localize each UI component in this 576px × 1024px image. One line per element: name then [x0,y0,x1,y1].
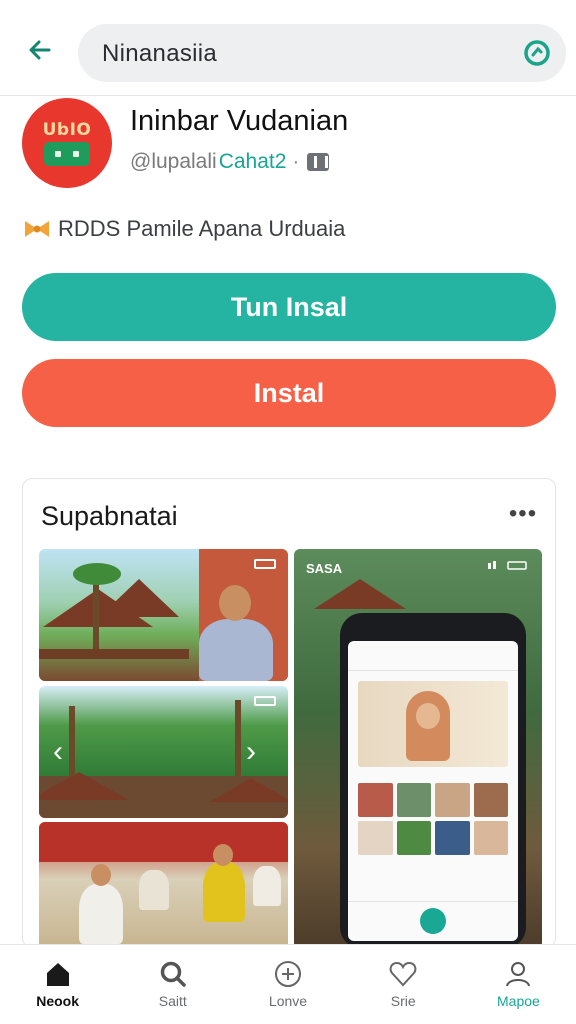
person-head [91,864,111,886]
grid-tile [435,821,470,855]
home-icon [46,963,69,986]
more-options-button[interactable]: ••• [507,499,539,529]
developer-name[interactable]: Cahat2 [219,150,287,174]
phone-app-header [348,641,518,671]
phone-screen [348,641,518,941]
nav-label: Mapoe [497,993,540,1009]
grid-tile [396,783,431,817]
grid-tile [473,821,508,855]
arrow-left-icon [29,40,51,60]
top-bar: Ninanasiia [0,0,576,96]
person [199,619,273,681]
nav-label: Lonve [268,993,308,1009]
person [203,862,245,922]
search-query: Ninanasiia [102,40,218,67]
tv-icon [44,142,90,166]
house-roof [39,772,129,800]
card-title: Supabnatai [41,501,178,531]
grid-tile [435,783,470,817]
person [253,866,281,906]
status-icons [488,561,527,570]
search-icon [160,961,186,987]
developer-line: @lupalali Cahat2 · [130,150,330,174]
house-roof [99,579,179,617]
next-arrow-icon[interactable]: › [240,736,262,768]
wall [39,822,288,862]
phone-mockup [340,613,526,947]
screenshot-thumbnail[interactable] [39,822,288,947]
pause-badge-icon [307,153,330,171]
heart-icon [389,961,417,987]
prev-arrow-icon[interactable]: ‹ [47,736,69,768]
search-input[interactable]: Ninanasiia [78,24,566,82]
grid-tile [358,821,393,855]
person-head [213,844,233,866]
developer-handle[interactable]: @lupalali [130,150,217,174]
fence [39,649,189,659]
house-roof [314,579,406,609]
open-button[interactable]: Tun Insal [22,273,556,341]
tag-icon [254,559,276,569]
nav-item-favorites[interactable]: Srie [346,945,461,1024]
grid-tile [358,783,393,817]
palm-trunk [93,579,99,649]
install-button[interactable]: Instal [22,359,556,427]
palm-leaves [73,563,121,585]
app-title: Ininbar Vudanian [130,105,349,137]
phone-photo [358,681,508,767]
nav-item-add[interactable]: Lonve [230,945,345,1024]
plus-circle-icon [275,961,301,987]
app-icon: UbIO [22,98,112,188]
nav-label: Saitt [158,993,187,1009]
screenshots-card: Supabnatai ••• ‹ › SASA [22,478,556,948]
phone-nav [348,901,518,941]
bow-icon [25,221,49,237]
rating-text: RDDS Pamile Apana Urduaia [58,216,346,241]
grid-tile [396,821,431,855]
rating-line: RDDS Pamile Apana Urduaia [22,216,345,242]
screenshot-thumbnail[interactable] [39,549,288,681]
nav-label: Srie [390,993,416,1009]
nav-item-search[interactable]: Saitt [115,945,230,1024]
person [139,870,169,910]
house-roof [209,778,288,802]
nav-label: Neook [36,993,79,1009]
person-head [219,585,251,621]
refresh-check-icon[interactable] [522,38,552,68]
separator-dot: · [292,150,300,173]
screenshot-thumbnail[interactable]: ‹ › [39,686,288,818]
nav-item-home[interactable]: Neook [0,945,115,1024]
back-button[interactable] [20,30,60,70]
bottom-nav: Neook Saitt Lonve Srie Mapoe [0,944,576,1024]
screenshot-thumbnail[interactable]: SASA [294,549,542,947]
phone-photo-grid [358,783,508,855]
nav-item-profile[interactable]: Mapoe [461,945,576,1024]
person [79,884,123,944]
phone-title: SASA [306,561,343,576]
app-icon-label: UbIO [42,120,92,140]
grid-tile [473,783,508,817]
phone-fab [420,908,446,934]
tag-icon [254,696,276,706]
palm-trunk [69,706,75,776]
person-face [416,703,440,729]
profile-icon [506,962,531,987]
